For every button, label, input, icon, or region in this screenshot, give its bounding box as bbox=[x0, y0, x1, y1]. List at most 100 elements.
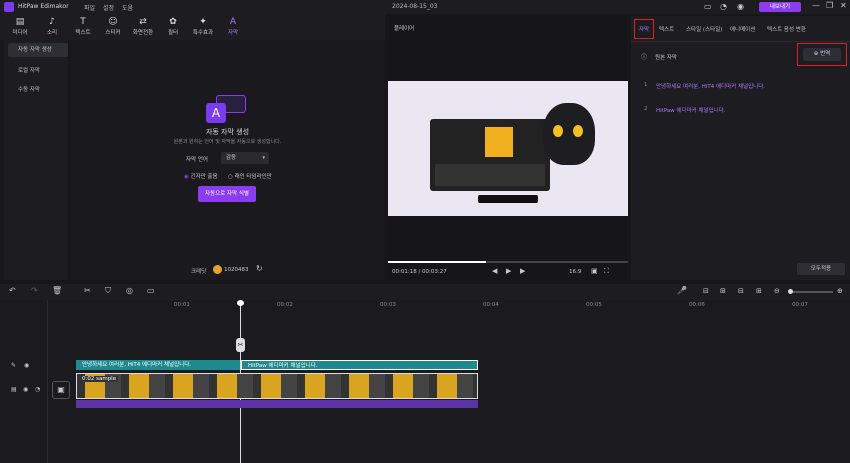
player-panel: 플레이어 00:01:18 / 00:03:27 ◀ ▶ ▶ 16:9 ▣ ⛶ bbox=[388, 16, 628, 280]
freeze-icon[interactable]: ◎ bbox=[126, 286, 133, 295]
option-radio-1[interactable]: ◉ 긴자만 출음 bbox=[184, 172, 218, 180]
delete-icon[interactable]: 🗑 bbox=[52, 286, 62, 295]
menu-help[interactable]: 도움 bbox=[122, 3, 133, 12]
option-radio-2[interactable]: ○ 래인 타임라인만 bbox=[228, 172, 272, 180]
redo-icon[interactable]: ↷ bbox=[31, 286, 38, 295]
minimize-icon[interactable]: — bbox=[812, 1, 820, 10]
audio-waveform[interactable] bbox=[76, 400, 478, 408]
track-lock-icon[interactable]: ▤ bbox=[11, 386, 17, 393]
info-icon: ⓘ bbox=[641, 54, 648, 61]
snapshot-icon[interactable]: ▣ bbox=[591, 267, 598, 275]
track-edit-icon[interactable]: ✎ bbox=[11, 362, 16, 369]
title-bar: HitPaw Edimakor 파일 설정 도움 2024-08-15_03 ▭… bbox=[0, 0, 850, 14]
fullscreen-icon[interactable]: ⛶ bbox=[604, 267, 609, 276]
fit-icon[interactable]: ⊞ bbox=[756, 287, 762, 295]
original-subtitle-label: 원본 자막 bbox=[655, 55, 677, 61]
tool-sticker[interactable]: ☺ 스티커 bbox=[98, 16, 128, 38]
split-icon[interactable]: ✂ bbox=[84, 286, 91, 295]
cover-icon[interactable]: ▣ bbox=[52, 381, 70, 399]
subtitle-clip[interactable]: HitPaw 에디마커 채널입니다. bbox=[241, 360, 478, 370]
tool-transition[interactable]: ⇄ 화면전환 bbox=[128, 16, 158, 38]
translate-icon: ⊕ bbox=[813, 51, 819, 57]
video-thumbnails bbox=[77, 374, 477, 398]
marker-icon[interactable]: ⛉ bbox=[105, 286, 111, 296]
text-icon: T bbox=[80, 17, 86, 27]
auto-subtitle-panel: A 자동 자막 생성 원본과 원하는 언어 및 자막을 자동으로 생성합니다. … bbox=[71, 40, 384, 280]
tool-filter[interactable]: ✿ 필터 bbox=[158, 16, 188, 38]
subtitle-sidebar: 자동 자막 생성 로컬 자막 수동 자막 bbox=[4, 40, 68, 280]
translate-button[interactable]: ⊕ 번역 bbox=[803, 48, 841, 61]
credits-value: 1020483 bbox=[224, 267, 249, 273]
tab-text[interactable]: 텍스트 bbox=[659, 25, 674, 33]
effect-icon: ✦ bbox=[199, 17, 207, 27]
media-toolbar: ▤ 미디어 ♪ 소리 T 텍스트 ☺ 스티커 ⇄ 화면전환 ✿ 필터 ✦ 특수효과 A 자막 bbox=[0, 14, 385, 40]
video-preview[interactable] bbox=[388, 81, 628, 216]
tool-media[interactable]: ▤ 미디어 bbox=[5, 16, 35, 38]
close-icon[interactable]: ✕ bbox=[840, 1, 847, 10]
restore-icon[interactable]: ❐ bbox=[826, 1, 833, 10]
zoom-in-icon[interactable]: ⊕ bbox=[837, 287, 843, 295]
playback-progress[interactable] bbox=[388, 261, 628, 263]
sidebar-item-manual-subtitle[interactable]: 수동 자막 bbox=[8, 83, 68, 97]
zoom-slider[interactable] bbox=[788, 289, 833, 294]
subtitle-clip[interactable]: 안녕하세요 여러분, HiT4 에디마커 채널입니다. bbox=[76, 360, 240, 370]
sidebar-item-auto-subtitle[interactable]: 자동 자막 생성 bbox=[8, 43, 68, 57]
track-mute-icon[interactable]: ◔ bbox=[35, 386, 40, 393]
music-icon: ♪ bbox=[49, 17, 55, 27]
coin-icon bbox=[213, 265, 222, 274]
aspect-ratio-select[interactable]: 16:9 bbox=[569, 269, 581, 275]
tool-effect[interactable]: ✦ 특수효과 bbox=[188, 16, 218, 38]
refresh-icon[interactable]: ↻ bbox=[256, 264, 263, 273]
sidebar-item-local-subtitle[interactable]: 로컬 자막 bbox=[8, 64, 68, 78]
subtitle-line[interactable]: HitPaw 에디마커 채널입니다. bbox=[656, 106, 726, 114]
mic-icon[interactable]: 🎤 bbox=[677, 286, 687, 295]
language-label: 자막 언어 bbox=[186, 157, 208, 163]
tab-animation[interactable]: 애니메이션 bbox=[730, 25, 755, 33]
playhead-handle[interactable] bbox=[237, 300, 244, 306]
tab-subtitle[interactable]: 자막 bbox=[639, 25, 649, 33]
filter-icon: ✿ bbox=[169, 17, 177, 27]
ruler-label: 00:04 bbox=[483, 302, 499, 308]
play-icon[interactable]: ▶ bbox=[506, 267, 511, 275]
clip-label: 0:02 sample bbox=[80, 376, 119, 382]
apply-all-button[interactable]: 모두적용 bbox=[797, 263, 845, 275]
language-select[interactable]: 감동 ▾ bbox=[221, 152, 269, 164]
export-label: 내보내기 bbox=[769, 4, 791, 10]
tab-tts[interactable]: 텍스트 음성 변환 bbox=[767, 25, 806, 33]
subtitle-icon: A bbox=[229, 17, 237, 27]
generate-subtitle-button[interactable]: 자동으로 자막 식별 bbox=[198, 186, 256, 202]
menu-file[interactable]: 파일 bbox=[84, 3, 95, 12]
track-visibility-icon[interactable]: ◉ bbox=[24, 362, 29, 369]
snap-icon[interactable]: ⊞ bbox=[720, 287, 726, 295]
subtitle-index: 2 bbox=[644, 106, 648, 112]
subtitle-line[interactable]: 안녕하세요 여러분, HiT4 에디마커 채널입니다. bbox=[656, 82, 765, 90]
track-eye-icon[interactable]: ◉ bbox=[23, 386, 28, 393]
video-clip[interactable]: 0:02 sample bbox=[76, 373, 478, 399]
media-icon: ▤ bbox=[15, 17, 25, 27]
cat-mascot-image bbox=[543, 103, 595, 165]
project-title: 2024-08-15_03 bbox=[392, 3, 438, 10]
time-ruler[interactable]: 00:01 00:02 00:03 00:04 00:05 00:06 00:0… bbox=[75, 302, 850, 314]
track-icon[interactable]: ⊟ bbox=[738, 287, 744, 295]
ruler-label: 00:03 bbox=[380, 302, 396, 308]
feedback-icon[interactable]: ▭ bbox=[704, 2, 712, 11]
ruler-label: 00:05 bbox=[586, 302, 602, 308]
prev-frame-icon[interactable]: ◀ bbox=[492, 267, 497, 275]
cloud-icon[interactable]: ◔ bbox=[720, 2, 727, 11]
tab-style[interactable]: 스타일 (스타일) bbox=[686, 25, 722, 33]
undo-icon[interactable]: ↶ bbox=[9, 286, 16, 295]
tool-subtitle[interactable]: A 자막 bbox=[218, 16, 248, 38]
menu-settings[interactable]: 설정 bbox=[103, 3, 114, 12]
zoom-out-icon[interactable]: ⊖ bbox=[774, 287, 780, 295]
tool-text[interactable]: T 텍스트 bbox=[68, 16, 98, 38]
app-logo-icon bbox=[4, 2, 14, 12]
link-icon[interactable]: ⊟ bbox=[703, 287, 709, 295]
export-button[interactable]: 내보내기 bbox=[759, 2, 801, 12]
next-frame-icon[interactable]: ▶ bbox=[520, 267, 525, 275]
timeline-toolbar: ↶ ↷ 🗑 ✂ ⛉ ◎ ▭ 🎤 ⊟ ⊞ ⊟ ⊞ ⊖ ⊕ bbox=[0, 284, 850, 300]
app-name: HitPaw Edimakor bbox=[18, 3, 69, 10]
account-icon[interactable]: ◉ bbox=[737, 2, 744, 11]
caption-icon[interactable]: ▭ bbox=[147, 286, 155, 295]
tool-audio[interactable]: ♪ 소리 bbox=[37, 16, 67, 38]
split-marker-icon[interactable]: ✂ bbox=[236, 338, 245, 352]
